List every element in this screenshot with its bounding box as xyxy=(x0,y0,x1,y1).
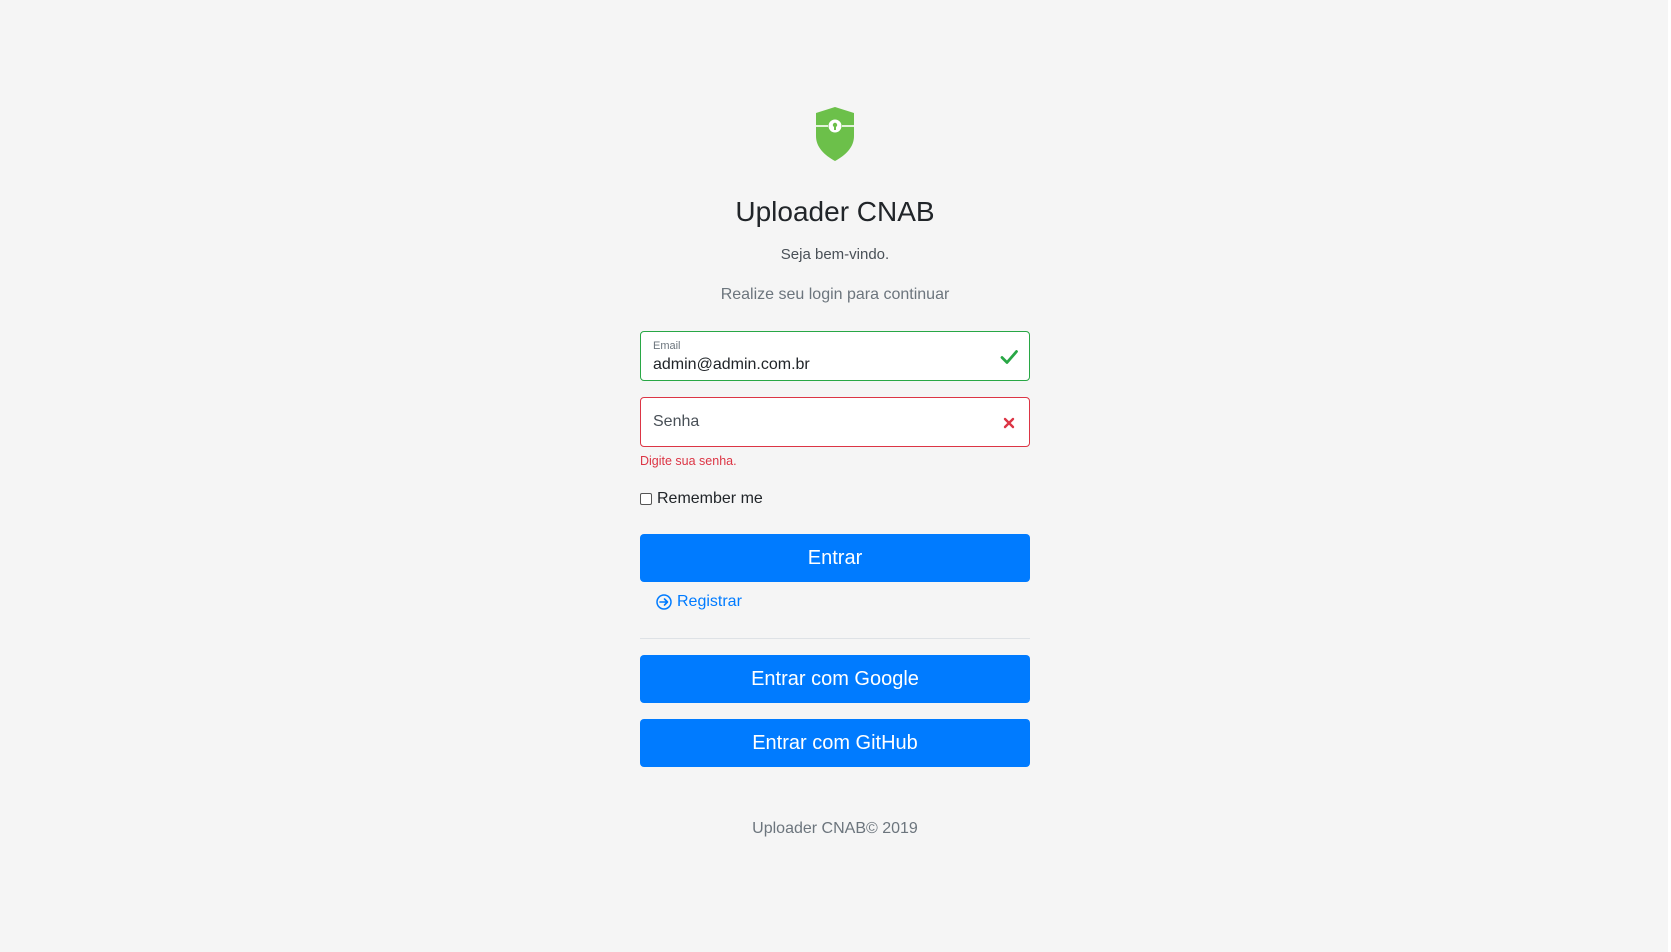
x-icon xyxy=(1003,417,1015,429)
password-input[interactable] xyxy=(653,412,983,432)
app-title: Uploader CNAB xyxy=(735,196,935,227)
check-icon xyxy=(1000,350,1018,364)
login-button[interactable]: Entrar xyxy=(640,534,1030,582)
email-input[interactable] xyxy=(653,355,983,375)
remember-me[interactable]: Remember me xyxy=(640,489,763,509)
remember-checkbox[interactable] xyxy=(640,493,652,505)
shield-lock-icon xyxy=(816,107,854,161)
login-panel: Uploader CNAB Seja bem-vindo. Realize se… xyxy=(640,0,1030,952)
welcome-text: Seja bem-vindo. xyxy=(780,246,890,263)
login-instruction: Realize seu login para continuar xyxy=(720,286,950,303)
password-error: Digite sua senha. xyxy=(640,454,737,468)
divider xyxy=(640,638,1030,639)
google-login-button[interactable]: Entrar com Google xyxy=(640,655,1030,703)
arrow-circle-right-icon xyxy=(656,594,672,610)
github-login-button[interactable]: Entrar com GitHub xyxy=(640,719,1030,767)
remember-label: Remember me xyxy=(657,490,763,507)
register-link[interactable]: Registrar xyxy=(656,593,742,611)
email-label: Email xyxy=(653,340,681,352)
footer-copyright: Uploader CNAB© 2019 xyxy=(752,820,918,837)
register-label: Registrar xyxy=(677,593,742,610)
email-field[interactable]: Email xyxy=(640,331,1030,381)
password-field[interactable] xyxy=(640,397,1030,447)
